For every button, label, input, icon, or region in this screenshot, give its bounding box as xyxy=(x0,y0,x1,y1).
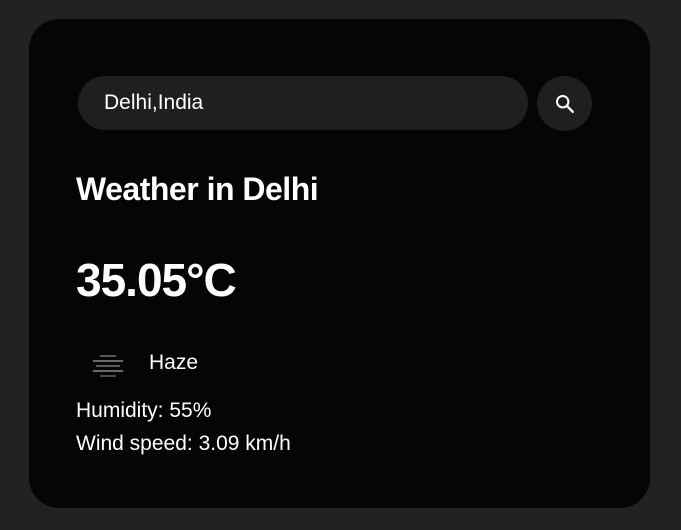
weather-condition: Haze xyxy=(149,351,199,374)
haze-icon xyxy=(93,355,123,377)
humidity-text: Humidity: 55% xyxy=(76,399,212,422)
search-icon xyxy=(555,94,574,113)
search-button[interactable] xyxy=(537,76,592,131)
wind-speed-text: Wind speed: 3.09 km/h xyxy=(76,432,291,455)
weather-card: Weather in Delhi 35.05°C Haze Humidity: … xyxy=(29,19,650,508)
temperature: 35.05°C xyxy=(76,254,237,306)
search-bar xyxy=(78,76,592,131)
search-input[interactable] xyxy=(78,76,528,130)
weather-title: Weather in Delhi xyxy=(76,171,319,207)
